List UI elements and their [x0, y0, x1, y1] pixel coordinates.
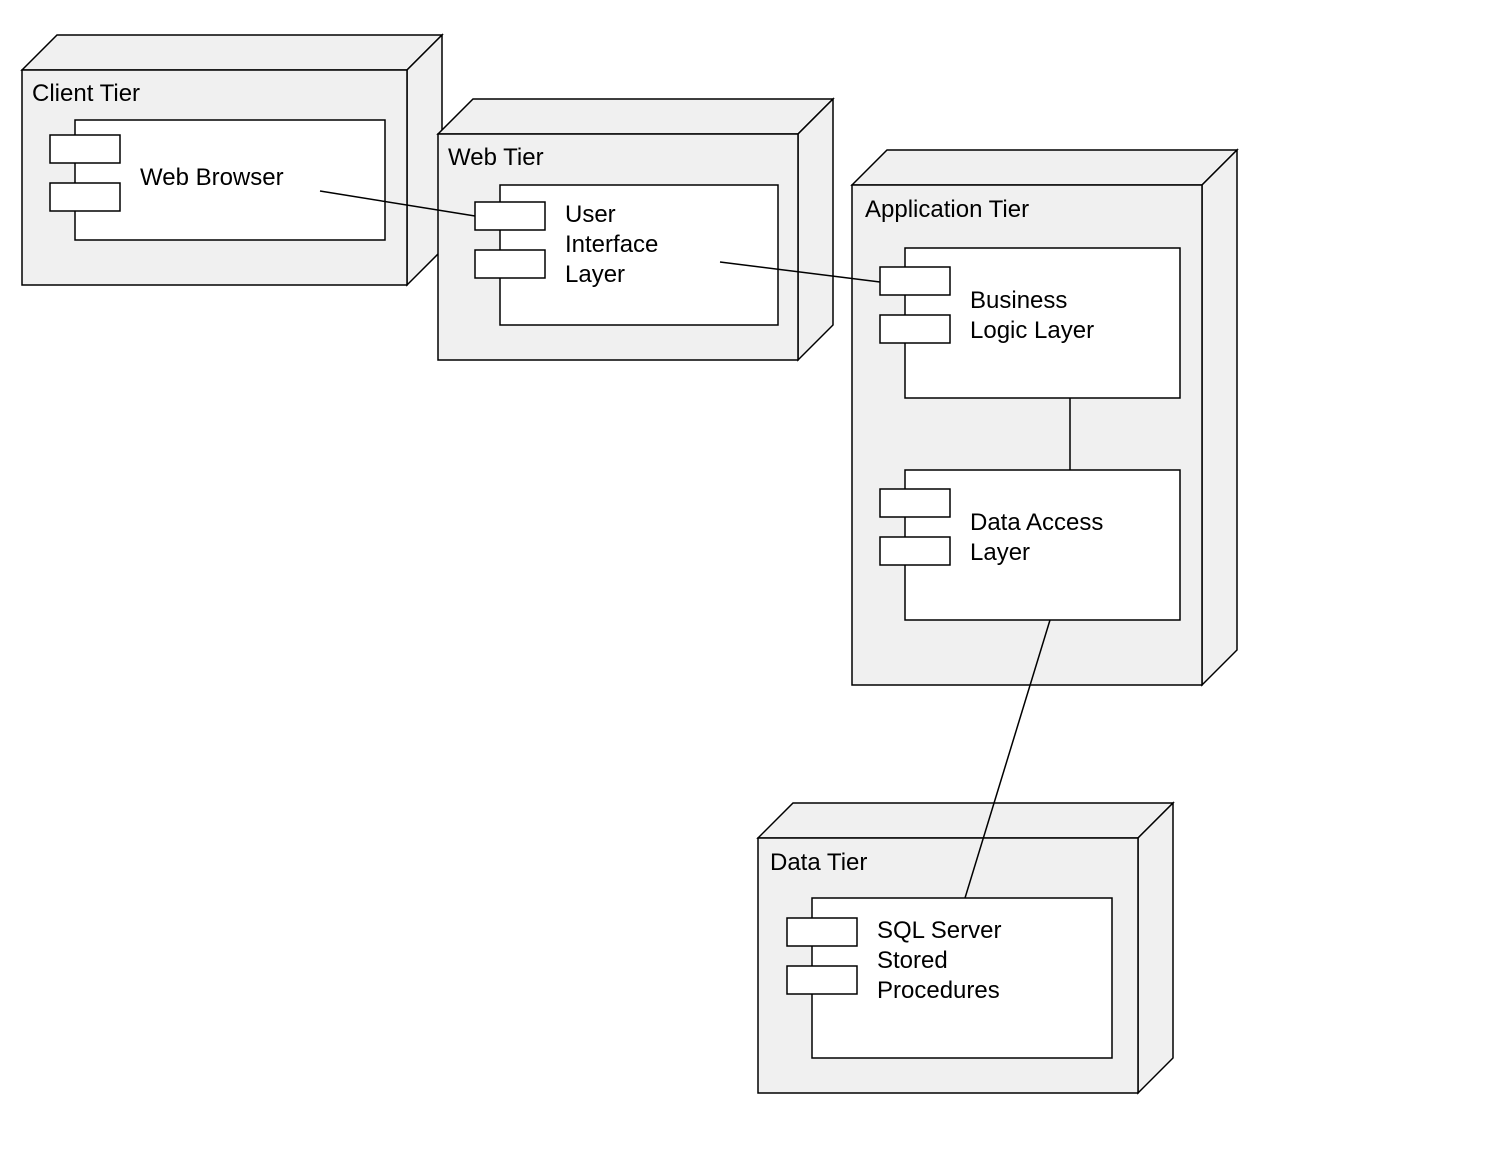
component-business-logic-layer: Business Logic Layer	[880, 248, 1180, 398]
component-tab-upper	[50, 135, 120, 163]
component-data-access-layer: Data Access Layer	[880, 470, 1180, 620]
node-top-face	[438, 99, 833, 134]
component-tab-upper	[880, 489, 950, 517]
node-title: Client Tier	[32, 80, 140, 107]
node-side-face	[1202, 150, 1237, 685]
node-title: Application Tier	[865, 196, 1029, 223]
component-tab-lower	[50, 183, 120, 211]
component-label: Web Browser	[140, 164, 284, 191]
component-sql-stored-procedures: SQL Server Stored Procedures	[787, 898, 1112, 1058]
node-top-face	[22, 35, 442, 70]
component-tab-lower	[880, 315, 950, 343]
node-side-face	[798, 99, 833, 360]
component-ui-layer: User Interface Layer	[475, 185, 778, 325]
component-tab-upper	[880, 267, 950, 295]
node-web-tier: Web Tier User Interface Layer	[438, 99, 833, 360]
node-title: Web Tier	[448, 144, 544, 171]
node-client-tier: Client Tier Web Browser	[22, 35, 442, 285]
component-tab-lower	[787, 966, 857, 994]
deployment-diagram: Client Tier Web Browser Web Tier User In…	[0, 0, 1500, 1176]
node-top-face	[758, 803, 1173, 838]
component-tab-upper	[475, 202, 545, 230]
node-side-face	[407, 35, 442, 285]
node-application-tier: Application Tier Business Logic Layer Da…	[852, 150, 1237, 685]
node-data-tier: Data Tier SQL Server Stored Procedures	[758, 803, 1173, 1093]
node-top-face	[852, 150, 1237, 185]
component-tab-lower	[880, 537, 950, 565]
component-tab-lower	[475, 250, 545, 278]
node-side-face	[1138, 803, 1173, 1093]
component-web-browser: Web Browser	[50, 120, 385, 240]
component-tab-upper	[787, 918, 857, 946]
node-title: Data Tier	[770, 849, 867, 876]
